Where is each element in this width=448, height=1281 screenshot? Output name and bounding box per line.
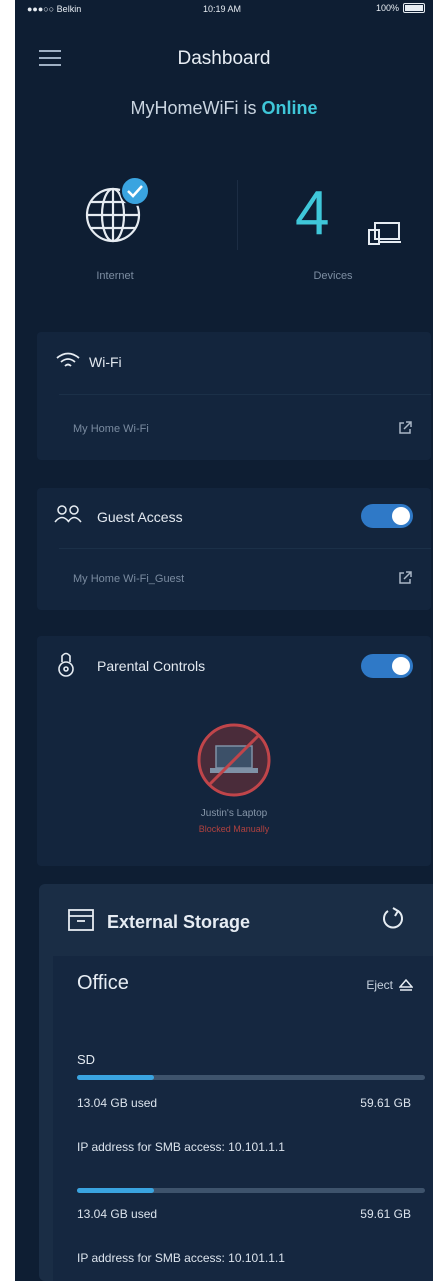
total-space: 59.61 GB [360,1096,411,1110]
eject-icon [399,979,413,991]
open-external-icon[interactable] [397,420,413,436]
guest-access-title: Guest Access [97,509,183,525]
storage-drive-panel: Office Eject SD 13.04 GB used 59.61 GB I… [53,956,433,1281]
online-status: Online [261,98,318,118]
guest-divider [59,548,431,549]
network-status: MyHomeWiFi is Online [15,98,433,119]
battery-icon [403,3,425,13]
smb-ip-address: IP address for SMB access: 10.101.1.1 [77,1140,285,1154]
guest-access-toggle[interactable] [361,504,413,528]
usage-fill [77,1075,154,1080]
header: Dashboard [15,36,433,80]
page-title: Dashboard [177,48,271,69]
blocked-device-name: Justin's Laptop [200,808,268,819]
wifi-card[interactable]: Wi-Fi My Home Wi-Fi [37,332,431,460]
smb-ip-address: IP address for SMB access: 10.101.1.1 [77,1251,285,1265]
wifi-icon [56,352,80,367]
open-external-icon[interactable] [397,570,413,586]
clock: 10:19 AM [203,4,242,14]
blocked-device[interactable] [37,722,431,803]
battery-percent: 100% [375,3,399,13]
guest-network-name: My Home Wi-Fi_Guest [73,573,185,585]
external-storage-card: External Storage Office Eject SD 13.04 G… [39,884,433,1281]
partition-label: SD [77,1052,96,1067]
blocked-laptop-icon [197,723,271,797]
devices-icon [368,222,401,245]
blocked-status: Blocked Manually [198,824,270,834]
wifi-title: Wi-Fi [89,354,122,370]
guest-access-card[interactable]: Guest Access My Home Wi-Fi_Guest [37,488,431,610]
parental-controls-title: Parental Controls [97,658,206,674]
carrier-label: ●●●○○ Belkin [27,4,82,14]
storage-usage-bar [77,1075,425,1080]
padlock-icon [58,652,74,677]
eject-label: Eject [366,978,393,992]
internet-tile[interactable]: Internet [25,158,205,298]
devices-label: Devices [313,270,353,282]
tile-divider [237,180,238,250]
app-screen: ●●●○○ Belkin 10:19 AM 100% Dashboard MyH… [15,0,433,1281]
parental-controls-toggle[interactable] [361,654,413,678]
refresh-icon[interactable] [379,906,405,932]
device-count: 4 [295,179,330,248]
storage-box-icon [68,909,94,931]
parental-controls-card[interactable]: Parental Controls Justin's Laptop Blocke… [37,636,431,866]
devices-tile[interactable]: 4 Devices [243,158,423,298]
status-bar: ●●●○○ Belkin 10:19 AM 100% [15,0,433,18]
network-name: MyHomeWiFi is [130,98,262,118]
drive-name: Office [77,972,129,994]
used-space: 13.04 GB used [77,1096,158,1110]
people-icon [54,505,82,523]
usage-fill [77,1188,154,1193]
eject-button[interactable]: Eject [366,978,413,992]
used-space: 13.04 GB used [77,1207,158,1221]
globe-check-icon [85,176,150,243]
wifi-network-name: My Home Wi-Fi [73,423,149,435]
battery-indicator: 100% [376,3,425,13]
storage-title: External Storage [107,912,251,932]
total-space: 59.61 GB [360,1207,411,1221]
storage-usage-bar [77,1188,425,1193]
wifi-divider [59,394,431,395]
internet-label: Internet [96,270,134,282]
